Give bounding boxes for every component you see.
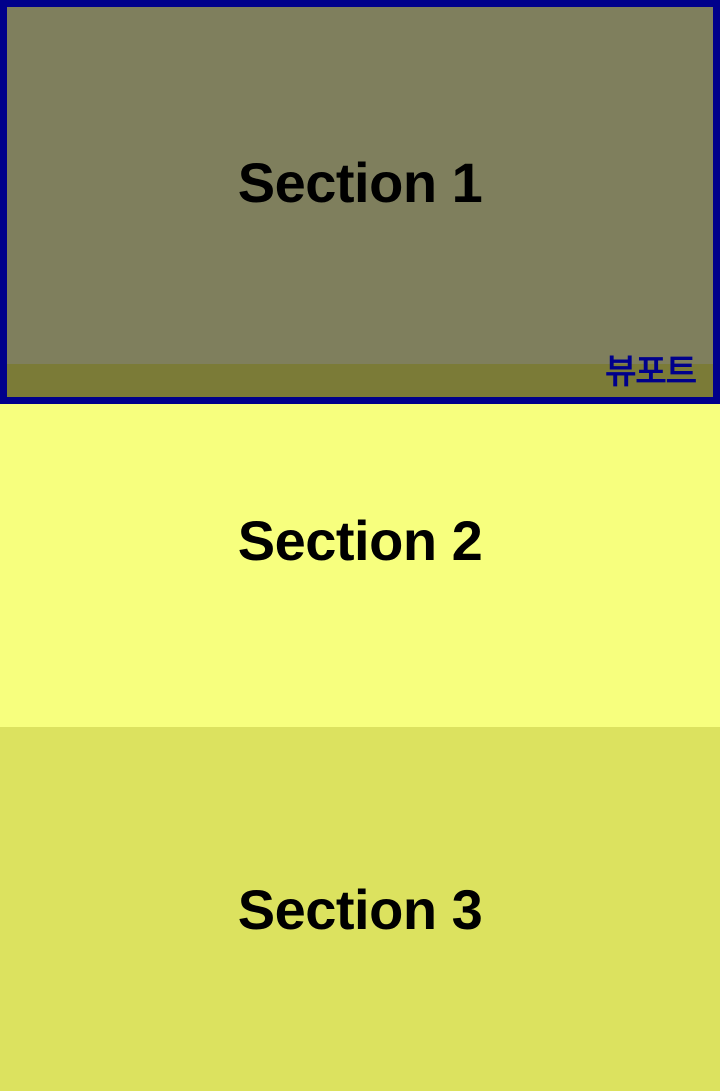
section-1-title: Section 1 — [237, 151, 483, 214]
section-3-title: Section 3 — [237, 878, 483, 941]
section-2: Section 2 — [0, 404, 720, 727]
section-2-title: Section 2 — [237, 509, 483, 572]
viewport-label: 뷰포트 — [605, 352, 697, 392]
section-3: Section 3 — [0, 727, 720, 1091]
page: Section 1 Section 2 Section 3 뷰포트 — [0, 0, 720, 1091]
section-1: Section 1 — [0, 0, 720, 364]
